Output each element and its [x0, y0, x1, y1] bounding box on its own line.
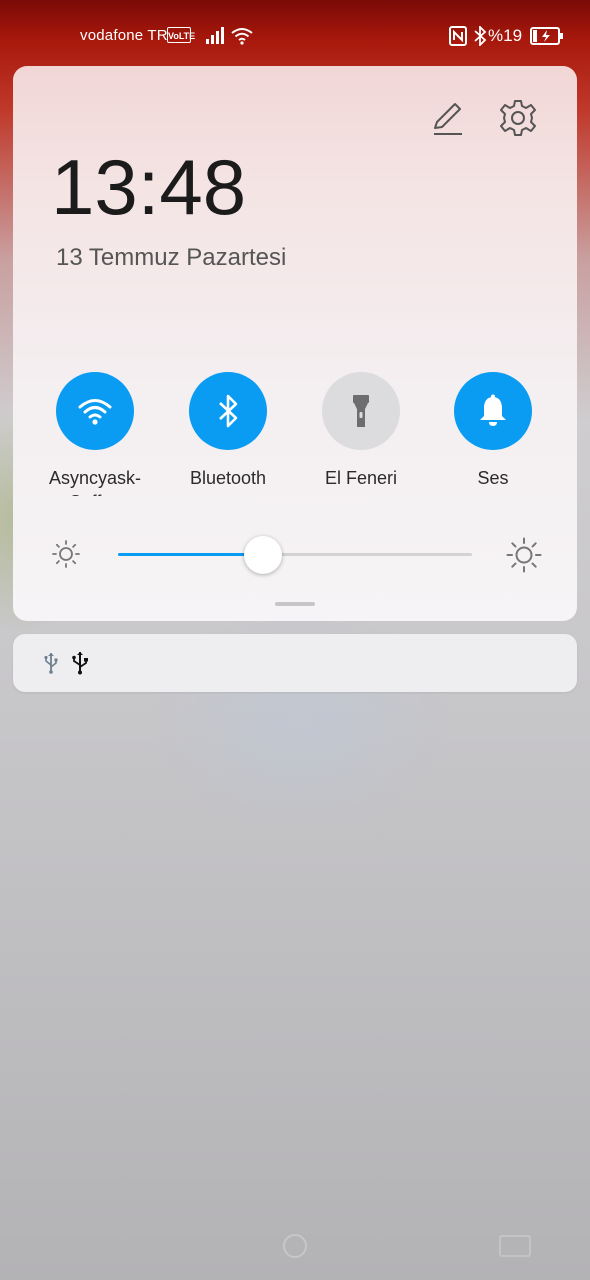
settings-button[interactable] — [498, 98, 538, 138]
clock-date[interactable]: 13 Temmuz Pazartesi — [56, 244, 286, 272]
tile-sound-button[interactable] — [454, 372, 532, 450]
keyboard-icon[interactable] — [499, 1235, 531, 1257]
tile-wifi[interactable]: Asyncyask-Coffee — [35, 372, 155, 496]
battery-percent: %19 — [488, 26, 523, 45]
usb-icon — [44, 653, 58, 674]
brightness-slider-fill — [118, 553, 263, 556]
panel-drag-handle[interactable] — [275, 602, 315, 606]
volte-badge: VoLTE — [167, 27, 195, 43]
usb-notification[interactable] — [13, 634, 577, 692]
edit-button[interactable] — [428, 98, 468, 138]
tile-wifi-label: Asyncyask-Coffee — [48, 468, 142, 496]
tile-bluetooth-button[interactable] — [189, 372, 267, 450]
quick-settings-panel: 13:48 13 Temmuz Pazartesi Asyncyask-Coff… — [13, 66, 577, 621]
tile-bluetooth[interactable]: Bluetooth — [168, 372, 288, 496]
tile-sound[interactable]: Ses — [433, 372, 553, 496]
wifi-icon — [231, 28, 253, 45]
gear-icon — [500, 100, 536, 136]
bluetooth-icon — [474, 26, 487, 46]
battery-charging-icon — [530, 27, 563, 45]
signal-icon — [206, 27, 224, 44]
pencil-icon — [434, 103, 462, 135]
tile-wifi-button[interactable] — [56, 372, 134, 450]
bell-icon — [480, 394, 506, 426]
tile-flashlight-button[interactable] — [322, 372, 400, 450]
tile-flashlight[interactable]: El Feneri — [301, 372, 421, 496]
brightness-slider-track[interactable] — [118, 553, 472, 556]
status-bar: vodafone TR VoLTE %19 — [0, 0, 590, 70]
nfc-icon — [449, 26, 467, 46]
tile-bluetooth-label: Bluetooth — [189, 468, 267, 488]
tile-flashlight-label: El Feneri — [324, 468, 398, 488]
brightness-slider-thumb[interactable] — [244, 536, 282, 574]
brightness-low-icon — [52, 540, 80, 568]
clock-time[interactable]: 13:48 — [51, 140, 246, 235]
brightness-control — [13, 534, 577, 574]
tile-sound-label: Ses — [477, 468, 509, 488]
bluetooth-icon — [219, 394, 238, 428]
home-button[interactable] — [283, 1234, 307, 1258]
flashlight-icon — [353, 395, 369, 427]
wifi-icon — [78, 399, 112, 425]
usb-debug-icon — [72, 652, 88, 675]
brightness-high-icon — [506, 537, 542, 573]
carrier-name: vodafone TR — [80, 27, 168, 44]
